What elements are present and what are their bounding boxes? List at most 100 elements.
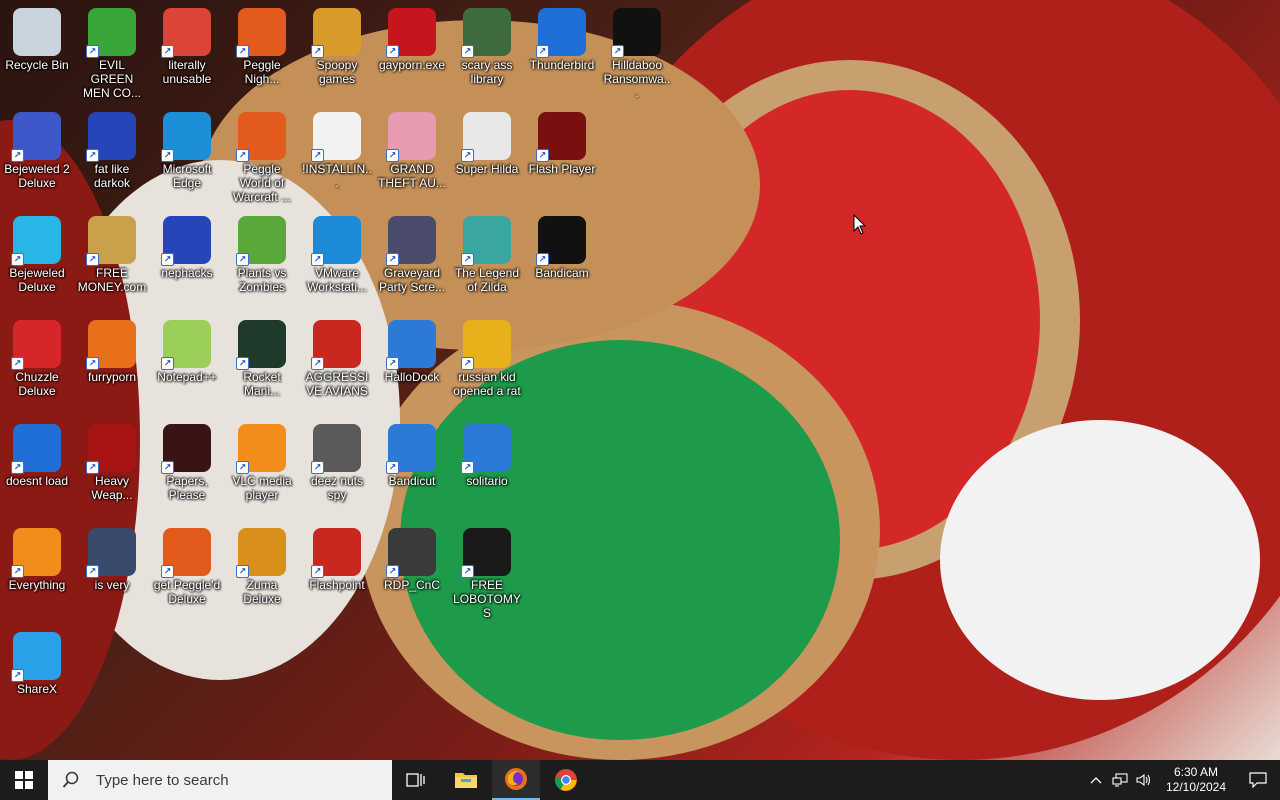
- desktop-icon-label: FREE MONEY.com: [77, 266, 147, 294]
- search-input[interactable]: [94, 770, 388, 790]
- peggle-icon: ↗: [161, 528, 211, 578]
- desktop-icon[interactable]: ↗ deez nuts spy: [300, 420, 374, 524]
- zilda-icon: ↗: [461, 216, 511, 266]
- shortcut-arrow-icon: ↗: [236, 253, 249, 266]
- desktop-icon[interactable]: ↗ Flashpoint: [300, 524, 374, 628]
- shortcut-arrow-icon: ↗: [311, 461, 324, 474]
- task-view-icon: [406, 773, 425, 787]
- action-center-button[interactable]: [1236, 760, 1280, 800]
- desktop-icon[interactable]: ↗ ShareX: [0, 628, 74, 732]
- desktop-icon[interactable]: ↗ HalloDock: [375, 316, 449, 420]
- notepad-plus-icon: ↗: [161, 320, 211, 370]
- desktop-icon[interactable]: ↗ literally unusable: [150, 4, 224, 108]
- desktop-icon[interactable]: ↗ EVIL GREEN MEN CO...: [75, 4, 149, 108]
- desktop-icon[interactable]: ↗ Peggle Nigh...: [225, 4, 299, 108]
- task-view-button[interactable]: [392, 760, 440, 800]
- network-button[interactable]: [1108, 760, 1132, 800]
- desktop-icon[interactable]: ↗ Thunderbird: [525, 4, 599, 108]
- desktop-icon[interactable]: ↗ solitario: [450, 420, 524, 524]
- desktop-icon[interactable]: ↗ scary ass library: [450, 4, 524, 108]
- shortcut-arrow-icon: ↗: [461, 565, 474, 578]
- desktop-icon[interactable]: ↗ Super Hilda: [450, 108, 524, 212]
- desktop-icon[interactable]: ↗ Zuma Deluxe: [225, 524, 299, 628]
- desktop-icon[interactable]: ↗ is very: [75, 524, 149, 628]
- desktop-icon[interactable]: ↗ Notepad++: [150, 316, 224, 420]
- desktop-icon[interactable]: ↗ VMware Workstati...: [300, 212, 374, 316]
- show-hidden-icons-button[interactable]: [1084, 760, 1108, 800]
- shortcut-arrow-icon: ↗: [611, 45, 624, 58]
- desktop-icon-label: !INSTALLIN...: [302, 162, 372, 190]
- desktop-icon-label: Super Hilda: [455, 162, 519, 176]
- desktop-icon[interactable]: ↗ Graveyard Party Scre...: [375, 212, 449, 316]
- radiation-icon: ↗: [86, 424, 136, 474]
- desktop-icon[interactable]: ↗ Rocket Mani...: [225, 316, 299, 420]
- taskbar-search-box[interactable]: [48, 760, 392, 800]
- shortcut-arrow-icon: ↗: [11, 149, 24, 162]
- desktop-icon[interactable]: ↗ Bandicam: [525, 212, 599, 316]
- shortcut-arrow-icon: ↗: [311, 357, 324, 370]
- shortcut-arrow-icon: ↗: [161, 45, 174, 58]
- desktop-icon-label: Bandicut: [388, 474, 436, 488]
- desktop-icon-label: get Peggle'd Deluxe: [153, 578, 221, 606]
- desktop-icon[interactable]: ↗ get Peggle'd Deluxe: [150, 524, 224, 628]
- desktop-icon[interactable]: ↗ nephacks: [150, 212, 224, 316]
- volume-button[interactable]: [1132, 760, 1156, 800]
- desktop-icon-label: Peggle World of Warcraft ...: [232, 162, 292, 204]
- folder-icon: [455, 773, 477, 788]
- diamond-icon: ↗: [11, 216, 61, 266]
- desktop-icon[interactable]: ↗ russian kid opened a rat: [450, 316, 524, 420]
- desktop-icon[interactable]: ↗ RDP_CnC: [375, 524, 449, 628]
- desktop-icon-label: Plants vs Zombies: [237, 266, 287, 294]
- desktop-icon[interactable]: ↗ Plants vs Zombies: [225, 212, 299, 316]
- desktop-icon[interactable]: ↗ doesnt load: [0, 420, 74, 524]
- shortcut-arrow-icon: ↗: [86, 45, 99, 58]
- desktop-icon[interactable]: ↗ fat like darkok: [75, 108, 149, 212]
- shortcut-arrow-icon: ↗: [11, 669, 24, 682]
- start-button[interactable]: [0, 760, 48, 800]
- desktop-icon[interactable]: ↗ Bejeweled Deluxe: [0, 212, 74, 316]
- desktop-icon[interactable]: ↗ GRAND THEFT AU...: [375, 108, 449, 212]
- mpi-icon: ↗: [86, 112, 136, 162]
- desktop-icon[interactable]: Recycle Bin: [0, 4, 74, 108]
- desktop-icon[interactable]: ↗ FREE MONEY.com: [75, 212, 149, 316]
- desktop-icon-label: solitario: [466, 474, 508, 488]
- desktop-icon[interactable]: ↗ furryporn: [75, 316, 149, 420]
- desktop-icon[interactable]: ↗ Hilldaboo Ransomwa...: [600, 4, 674, 108]
- desktop-icon[interactable]: ↗ FREE LOBOTOMYS: [450, 524, 524, 628]
- desktop-icon[interactable]: ↗ !INSTALLIN...: [300, 108, 374, 212]
- file-explorer-button[interactable]: [442, 760, 490, 800]
- desktop-icon[interactable]: ↗ Bejeweled 2 Deluxe: [0, 108, 74, 212]
- desktop-icon[interactable]: ↗ Everything: [0, 524, 74, 628]
- vmware-icon: ↗: [311, 216, 361, 266]
- firefox-button[interactable]: [492, 760, 540, 800]
- desktop-icon-label: Zuma Deluxe: [243, 578, 281, 606]
- chuzzle-icon: ↗: [11, 320, 61, 370]
- desktop-icon[interactable]: ↗ Heavy Weap...: [75, 420, 149, 524]
- desktop-icon[interactable]: ↗ Papers, Please: [150, 420, 224, 524]
- firefox-icon: ↗: [86, 320, 136, 370]
- desktop-icon[interactable]: ↗ AGGRESSIVE AVIANS: [300, 316, 374, 420]
- clock[interactable]: 6:30 AM 12/10/2024: [1156, 765, 1236, 795]
- desktop-icon-label: fat like darkok: [93, 162, 131, 190]
- chrome-icon: [555, 769, 577, 791]
- taskbar: 6:30 AM 12/10/2024: [0, 760, 1280, 800]
- shortcut-arrow-icon: ↗: [161, 149, 174, 162]
- desktop-icon[interactable]: ↗ VLC media player: [225, 420, 299, 524]
- desktop-icon[interactable]: ↗ Microsoft Edge: [150, 108, 224, 212]
- desktop-icon[interactable]: ↗ The Legend of Zilda: [450, 212, 524, 316]
- network-icon: [1112, 773, 1128, 787]
- shortcut-arrow-icon: ↗: [236, 45, 249, 58]
- desktop-icon[interactable]: ↗ Chuzzle Deluxe: [0, 316, 74, 420]
- desktop-icon[interactable]: ↗ Bandicut: [375, 420, 449, 524]
- rdp-icon: ↗: [386, 528, 436, 578]
- desktop-icon-label: deez nuts spy: [310, 474, 364, 502]
- desktop-icon-label: nephacks: [161, 266, 213, 280]
- desktop-icon[interactable]: ↗ Flash Player: [525, 108, 599, 212]
- desktop-icon[interactable]: ↗ gayporn.exe: [375, 4, 449, 108]
- chrome-button[interactable]: [542, 760, 590, 800]
- shortcut-arrow-icon: ↗: [86, 357, 99, 370]
- document-icon: ↗: [311, 112, 361, 162]
- plant-icon: ↗: [236, 216, 286, 266]
- desktop-icon[interactable]: ↗ Peggle World of Warcraft ...: [225, 108, 299, 212]
- desktop-icon[interactable]: ↗ Spoopy games: [300, 4, 374, 108]
